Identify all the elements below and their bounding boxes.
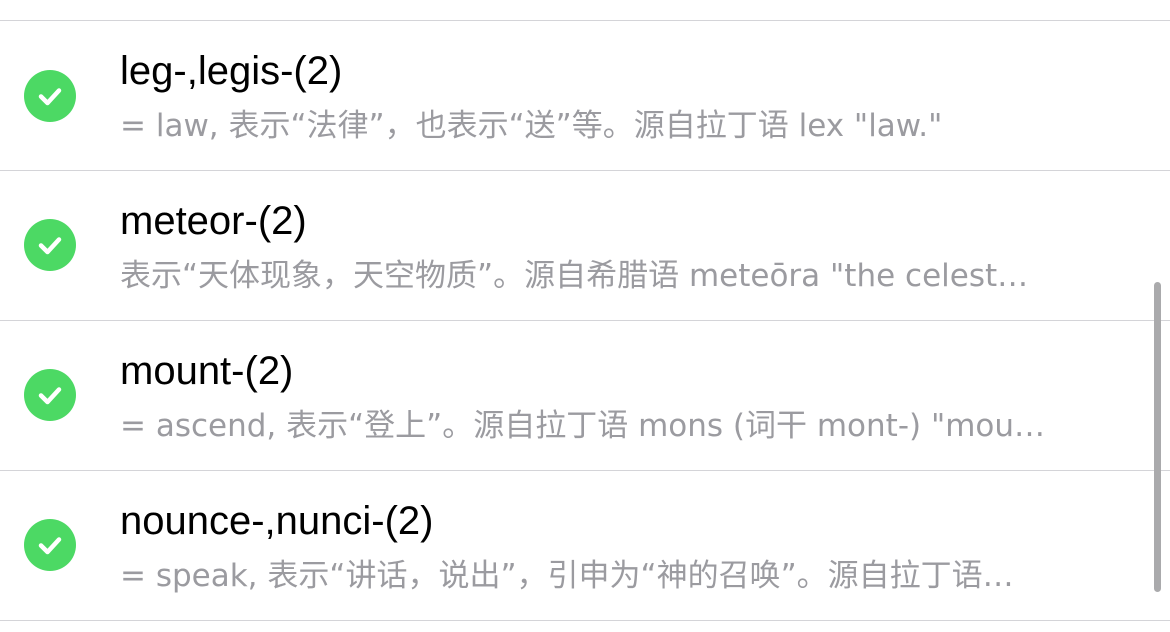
item-subtitle: = speak, 表示“讲话，说出”，引申为“神的召唤”。源自拉丁语… xyxy=(120,558,1014,594)
list-item[interactable]: meteor-(2) 表示“天体现象，天空物质”。源自希腊语 meteōra "… xyxy=(0,171,1170,320)
list-item[interactable]: nounce-,nunci-(2) = speak, 表示“讲话，说出”，引申为… xyxy=(0,471,1170,620)
item-subtitle: 表示“天体现象，天空物质”。源自希腊语 meteōra "the celest… xyxy=(120,258,1029,294)
item-title: leg-,legis-(2) xyxy=(120,49,343,93)
item-subtitle: = law, 表示“法律”，也表示“送”等。源自拉丁语 lex "law." xyxy=(120,108,943,144)
list-item[interactable]: leg-,legis-(2) = law, 表示“法律”，也表示“送”等。源自拉… xyxy=(0,21,1170,170)
list-divider xyxy=(0,620,1170,621)
checkmark-circle-icon xyxy=(24,219,76,271)
item-title: nounce-,nunci-(2) xyxy=(120,499,434,543)
root-list: leg-,legis-(2) = law, 表示“法律”，也表示“送”等。源自拉… xyxy=(0,0,1170,632)
checkmark-circle-icon xyxy=(24,519,76,571)
item-title: mount-(2) xyxy=(120,349,294,393)
list-item[interactable]: mount-(2) = ascend, 表示“登上”。源自拉丁语 mons (词… xyxy=(0,321,1170,470)
checkmark-circle-icon xyxy=(24,70,76,122)
checkmark-circle-icon xyxy=(24,369,76,421)
vertical-scrollbar[interactable] xyxy=(1154,282,1161,592)
item-title: meteor-(2) xyxy=(120,199,307,243)
item-subtitle: = ascend, 表示“登上”。源自拉丁语 mons (词干 mont-) "… xyxy=(120,408,1046,444)
